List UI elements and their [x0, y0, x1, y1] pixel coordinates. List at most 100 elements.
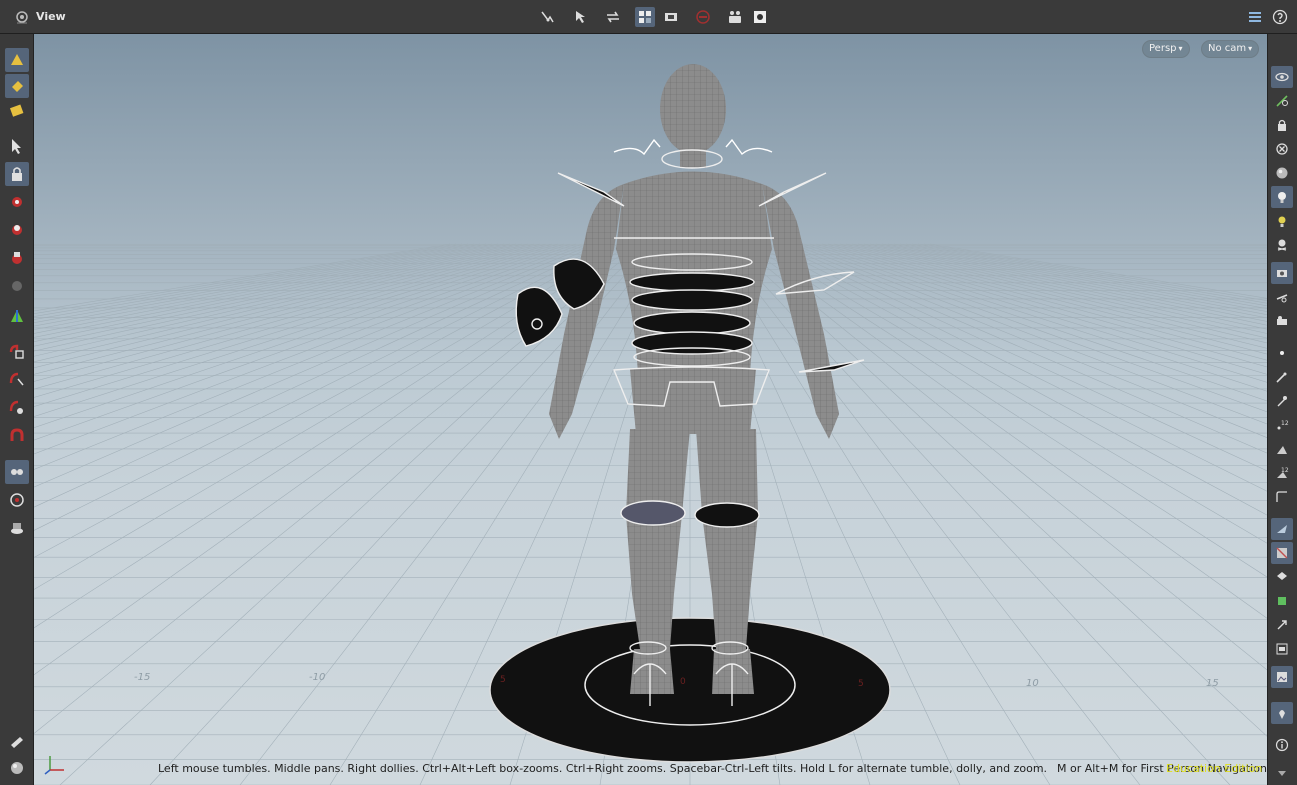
pose-tool-icon[interactable] — [5, 74, 29, 98]
projection-menu-label: Persp — [1149, 43, 1177, 54]
transform-icon[interactable] — [603, 7, 623, 27]
lock-icon[interactable] — [1271, 114, 1293, 136]
no-entry-icon[interactable] — [693, 7, 713, 27]
projection-menu[interactable]: Persp ▾ — [1142, 40, 1190, 58]
flipbook-icon[interactable] — [725, 7, 745, 27]
pane-header: View — [0, 0, 1297, 34]
camera-view-icon[interactable] — [5, 488, 29, 512]
eye-icon[interactable] — [1271, 66, 1293, 88]
help-icon[interactable] — [1270, 7, 1290, 27]
grid-line — [34, 243, 535, 369]
pose-disabled-icon[interactable] — [5, 274, 29, 298]
grid-line — [863, 243, 1267, 334]
render-region-icon[interactable] — [5, 516, 29, 540]
camera-display-icon[interactable] — [1271, 262, 1293, 284]
viewport-icon[interactable] — [14, 9, 30, 25]
scene-canvas[interactable]: -15 -10 10 15 5 5 0 — [34, 34, 1267, 785]
axis-gizmo-icon — [44, 756, 64, 775]
image-display-icon[interactable] — [1271, 666, 1293, 688]
display-options-icon[interactable] — [1245, 7, 1265, 27]
left-toolbar — [0, 34, 34, 785]
chevron-down-icon: ▾ — [1248, 44, 1253, 53]
grid-line — [34, 243, 499, 338]
guide-icon[interactable] — [1271, 90, 1293, 112]
grid-line — [911, 243, 1267, 307]
texture-display-icon[interactable] — [1271, 542, 1293, 564]
shaded-display-icon[interactable] — [1271, 518, 1293, 540]
vector-display-icon[interactable] — [1271, 390, 1293, 412]
layers-icon[interactable] — [1271, 566, 1293, 588]
close-icon[interactable] — [1271, 138, 1293, 160]
headlight-icon[interactable] — [1271, 210, 1293, 232]
render-icon[interactable] — [750, 7, 770, 27]
magnet-icon[interactable] — [5, 424, 29, 448]
pin-icon[interactable] — [1271, 702, 1293, 724]
prim-normal-icon[interactable] — [1271, 438, 1293, 460]
materials-icon[interactable] — [5, 756, 29, 780]
handle-display-icon[interactable] — [1271, 614, 1293, 636]
select-tool-icon[interactable] — [5, 134, 29, 158]
view-tool-icon[interactable] — [5, 460, 29, 484]
scene-viewport[interactable]: -15 -10 10 15 5 5 0 Persp ▾ No cam ▾ Lef… — [34, 34, 1267, 785]
status-hint: Left mouse tumbles. Middle pans. Right d… — [158, 762, 1267, 775]
info-icon[interactable] — [1271, 734, 1293, 756]
camera-menu-label: No cam — [1208, 43, 1247, 54]
snap-grid-icon[interactable] — [5, 340, 29, 364]
grid-line — [875, 243, 1267, 326]
grid-line — [833, 243, 1267, 361]
grid-line — [821, 243, 1267, 375]
grid-line — [34, 243, 553, 390]
grid-line — [34, 243, 481, 327]
template-icon[interactable] — [1271, 286, 1293, 308]
grid-line — [34, 243, 517, 352]
pose-handle-icon[interactable] — [537, 7, 557, 27]
move-tool-icon[interactable] — [5, 190, 29, 214]
light-icon[interactable] — [1271, 186, 1293, 208]
point-display-icon[interactable] — [1271, 342, 1293, 364]
rotate-tool-icon[interactable] — [5, 218, 29, 242]
grid-line — [34, 243, 511, 347]
grid-line — [869, 243, 1267, 330]
grid-line — [34, 243, 487, 330]
chevron-down-icon: ▾ — [1178, 44, 1183, 53]
visualizer-icon[interactable] — [1271, 310, 1293, 332]
grid-label-neg15: -15 — [134, 672, 150, 683]
prim-numbers-icon[interactable]: 12 — [1271, 462, 1293, 484]
grid-label-neg10: -10 — [309, 672, 325, 683]
character-mesh[interactable] — [534, 64, 854, 714]
brush-tool-icon[interactable] — [5, 730, 29, 754]
point-numbers-icon[interactable]: 12 — [1271, 414, 1293, 436]
camera-menu[interactable]: No cam ▾ — [1201, 40, 1260, 58]
handle-tool-icon[interactable] — [5, 48, 29, 72]
grid-line — [34, 243, 463, 317]
snap-prim-icon[interactable] — [5, 368, 29, 392]
grid-line — [34, 243, 475, 324]
lock-tool-icon[interactable] — [5, 162, 29, 186]
disc-label-left: 5 — [500, 675, 506, 685]
paint-tool-icon[interactable] — [5, 98, 29, 122]
gamma-icon[interactable] — [1271, 590, 1293, 612]
svg-text:12: 12 — [1281, 467, 1289, 474]
snap-point-icon[interactable] — [5, 396, 29, 420]
grid-line — [923, 243, 1267, 301]
right-toolbar: 12 12 — [1267, 34, 1297, 785]
grid-line — [917, 243, 1267, 304]
snapping-icon[interactable] — [635, 7, 655, 27]
background-icon[interactable] — [1271, 638, 1293, 660]
grid-line — [851, 243, 1267, 344]
grid-line — [839, 243, 1267, 355]
status-hint-text: Left mouse tumbles. Middle pans. Right d… — [158, 762, 1048, 775]
grid-line — [905, 243, 1267, 309]
chevron-down-icon[interactable] — [1271, 762, 1293, 784]
select-arrow-icon[interactable] — [571, 7, 591, 27]
transform-handle-icon[interactable] — [5, 304, 29, 328]
camera-icon[interactable] — [661, 7, 681, 27]
edge-display-icon[interactable] — [1271, 486, 1293, 508]
grid-line — [34, 243, 469, 320]
sphere-icon[interactable] — [1271, 162, 1293, 184]
scale-tool-icon[interactable] — [5, 246, 29, 270]
disc-label-right: 5 — [858, 679, 864, 689]
normal-display-icon[interactable] — [1271, 366, 1293, 388]
skeleton-icon[interactable] — [1271, 234, 1293, 256]
grid-line — [34, 243, 541, 375]
